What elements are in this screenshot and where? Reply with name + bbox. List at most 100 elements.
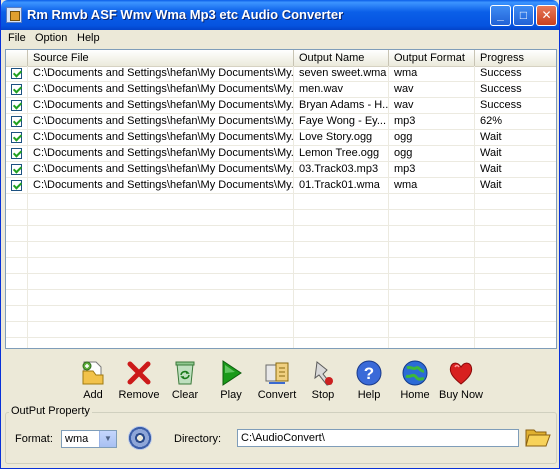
toolbar: Add Remove Clear Play Convert Stop ? Hel…	[1, 351, 559, 407]
stop-button[interactable]: Stop	[298, 357, 348, 407]
row-checkbox[interactable]	[11, 68, 22, 79]
progress-cell: Wait	[480, 179, 502, 191]
grid-line	[27, 66, 28, 348]
source-file-cell: C:\Documents and Settings\hefan\My Docum…	[33, 131, 294, 143]
row-checkbox[interactable]	[11, 100, 22, 111]
buy-now-button[interactable]: Buy Now	[436, 357, 486, 407]
recycle-bin-icon	[171, 359, 199, 387]
grid-line	[293, 66, 294, 348]
output-name-cell: men.wav	[299, 83, 344, 95]
grid-line	[474, 66, 475, 348]
play-triangle-icon	[217, 359, 245, 387]
menu-option[interactable]: Option	[35, 32, 67, 44]
source-file-cell: C:\Documents and Settings\hefan\My Docum…	[33, 99, 294, 111]
source-file-cell: C:\Documents and Settings\hefan\My Docum…	[33, 115, 294, 127]
progress-cell: Success	[480, 99, 522, 111]
format-select[interactable]: wma ▼	[61, 430, 117, 448]
grid-line	[388, 66, 389, 348]
home-label: Home	[400, 389, 430, 401]
format-label: Format:	[15, 433, 53, 445]
output-format-cell: mp3	[394, 115, 416, 127]
directory-label: Directory:	[174, 433, 222, 445]
cd-disc-icon[interactable]	[128, 426, 152, 450]
app-icon[interactable]	[6, 7, 22, 23]
close-button[interactable]: ✕	[536, 5, 557, 26]
add-button[interactable]: Add	[68, 357, 118, 407]
source-file-cell: C:\Documents and Settings\hefan\My Docum…	[33, 147, 294, 159]
row-checkbox[interactable]	[11, 132, 22, 143]
output-name-cell: Faye Wong - Ey...	[299, 115, 387, 127]
help-question-icon: ?	[355, 359, 383, 387]
source-file-cell: C:\Documents and Settings\hefan\My Docum…	[33, 179, 294, 191]
row-checkbox[interactable]	[11, 116, 22, 127]
header-output-name[interactable]: Output Name	[294, 50, 389, 66]
play-button[interactable]: Play	[206, 357, 256, 407]
menu-help[interactable]: Help	[77, 32, 100, 44]
row-checkbox[interactable]	[11, 148, 22, 159]
header-source-file[interactable]: Source File	[28, 50, 294, 66]
remove-button[interactable]: Remove	[114, 357, 164, 407]
stop-label: Stop	[311, 389, 335, 401]
maximize-button[interactable]: □	[513, 5, 534, 26]
list-header: Source File Output Name Output Format Pr…	[6, 50, 556, 67]
help-button[interactable]: ? Help	[344, 357, 394, 407]
progress-cell: Wait	[480, 147, 502, 159]
header-output-format[interactable]: Output Format	[389, 50, 475, 66]
output-format-cell: wav	[394, 99, 414, 111]
progress-cell: Wait	[480, 163, 502, 175]
remove-x-icon	[125, 359, 153, 387]
progress-cell: 62%	[480, 115, 503, 127]
row-checkbox[interactable]	[11, 180, 22, 191]
output-format-cell: mp3	[394, 163, 416, 175]
app-window: Rm Rmvb ASF Wmv Wma Mp3 etc Audio Conver…	[0, 0, 560, 469]
output-format-cell: ogg	[394, 147, 413, 159]
directory-input[interactable]: C:\AudioConvert\	[237, 429, 519, 447]
source-file-cell: C:\Documents and Settings\hefan\My Docum…	[33, 163, 294, 175]
help-label: Help	[357, 389, 381, 401]
header-check-column[interactable]	[6, 50, 28, 66]
output-name-cell: Lemon Tree.ogg	[299, 147, 380, 159]
menu-file[interactable]: File	[8, 32, 26, 44]
convert-label: Convert	[257, 389, 297, 401]
output-format-cell: wma	[394, 179, 418, 191]
add-label: Add	[83, 389, 103, 401]
format-value: wma	[65, 433, 89, 445]
output-name-cell: Bryan Adams - H...	[299, 99, 389, 111]
output-format-cell: wma	[394, 67, 418, 79]
output-property-title: OutPut Property	[9, 405, 92, 417]
output-name-cell: seven sweet.wma	[299, 67, 387, 79]
file-list[interactable]: Source File Output Name Output Format Pr…	[5, 49, 557, 349]
progress-cell: Success	[480, 83, 522, 95]
output-name-cell: 01.Track01.wma	[299, 179, 380, 191]
output-format-cell: wav	[394, 83, 414, 95]
remove-label: Remove	[118, 389, 160, 401]
row-checkbox[interactable]	[11, 164, 22, 175]
source-file-cell: C:\Documents and Settings\hefan\My Docum…	[33, 83, 294, 95]
source-file-cell: C:\Documents and Settings\hefan\My Docum…	[33, 67, 294, 79]
minimize-button[interactable]: _	[490, 5, 511, 26]
play-label: Play	[220, 389, 242, 401]
header-progress[interactable]: Progress	[475, 50, 556, 66]
output-format-cell: ogg	[394, 131, 413, 143]
home-button[interactable]: Home	[390, 357, 440, 407]
output-name-cell: 03.Track03.mp3	[299, 163, 379, 175]
svg-text:?: ?	[364, 364, 374, 383]
clear-label: Clear	[171, 389, 199, 401]
menu-bar: File Option Help	[1, 30, 559, 48]
buy-now-label: Buy Now	[438, 389, 484, 401]
convert-button[interactable]: Convert	[252, 357, 302, 407]
convert-icon	[263, 359, 291, 387]
stop-icon	[309, 359, 337, 387]
title-bar[interactable]: Rm Rmvb ASF Wmv Wma Mp3 etc Audio Conver…	[1, 0, 559, 30]
output-name-cell: Love Story.ogg	[299, 131, 373, 143]
progress-cell: Success	[480, 67, 522, 79]
chevron-down-icon[interactable]: ▼	[99, 431, 116, 447]
clear-button[interactable]: Clear	[160, 357, 210, 407]
globe-home-icon	[401, 359, 429, 387]
window-title: Rm Rmvb ASF Wmv Wma Mp3 etc Audio Conver…	[27, 7, 344, 22]
open-folder-icon[interactable]	[525, 426, 551, 448]
row-checkbox[interactable]	[11, 84, 22, 95]
heart-icon	[447, 359, 475, 387]
progress-cell: Wait	[480, 131, 502, 143]
add-file-icon	[79, 359, 107, 387]
